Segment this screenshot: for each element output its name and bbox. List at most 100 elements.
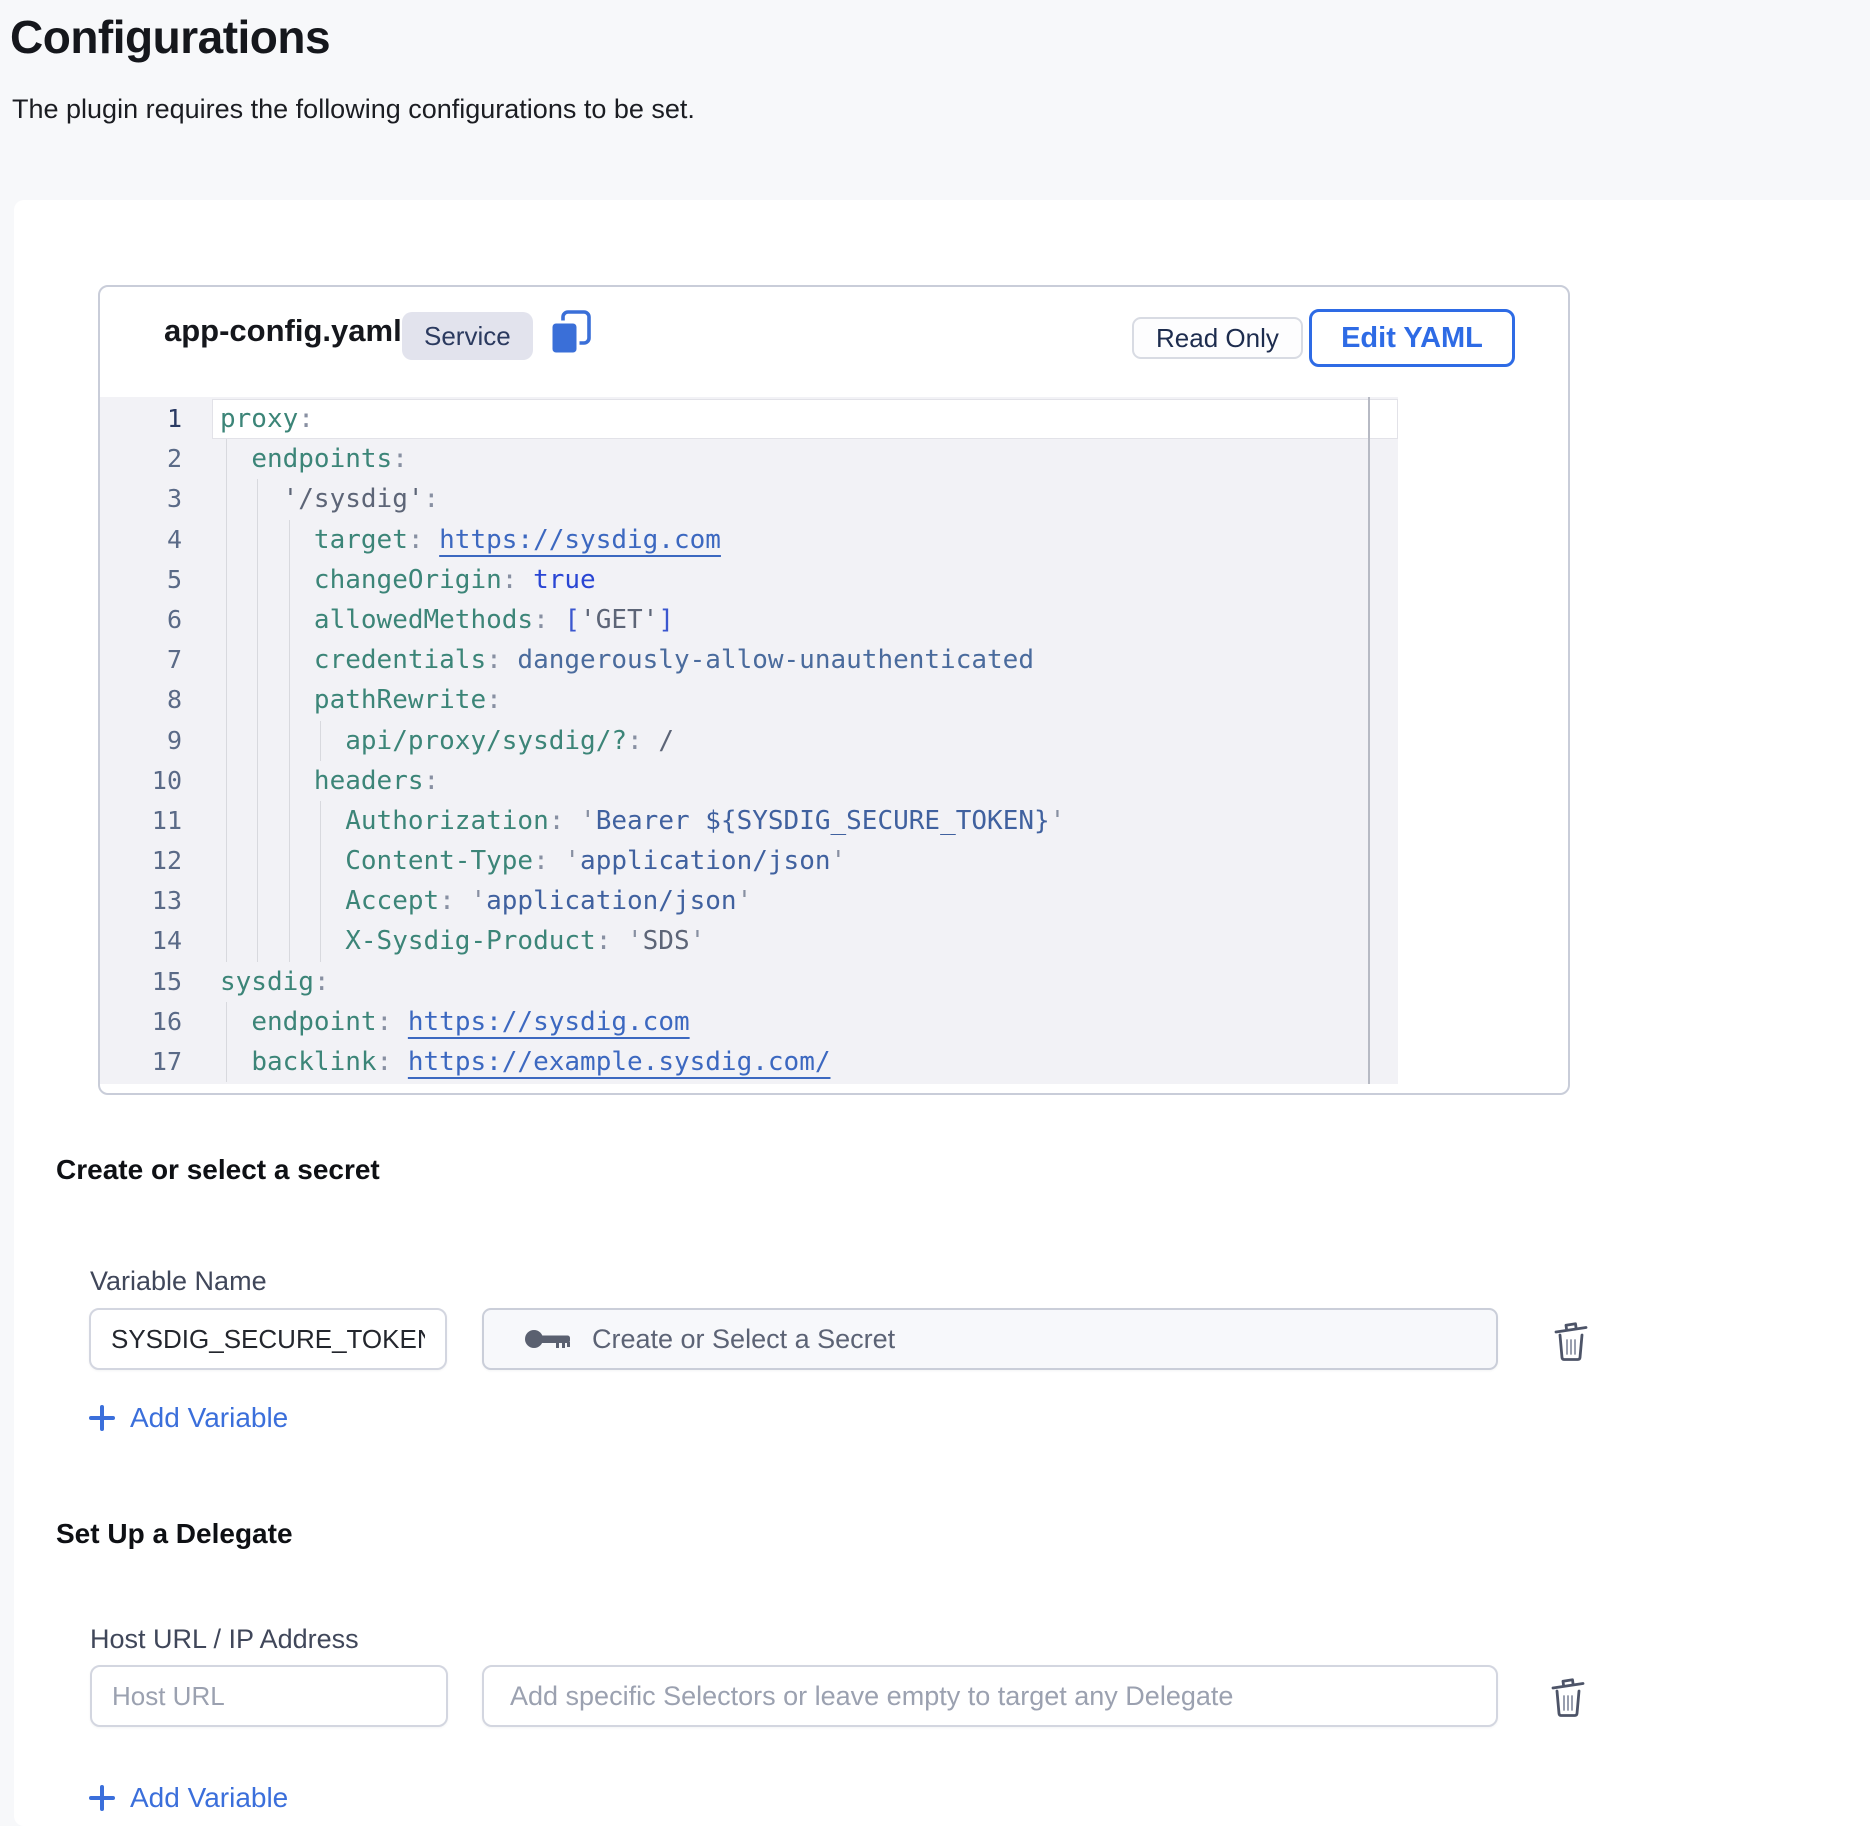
yaml-code-editor[interactable]: 1proxy:2 endpoints:3 '/sysdig':4 target:… (100, 397, 1398, 1084)
copy-icon (547, 308, 593, 358)
code-lines: 1proxy:2 endpoints:3 '/sysdig':4 target:… (100, 399, 1398, 1082)
code-line: 15sysdig: (100, 962, 1398, 1002)
host-url-input[interactable] (90, 1665, 448, 1727)
add-variable-button-delegate[interactable]: Add Variable (88, 1782, 288, 1814)
page-title: Configurations (10, 10, 330, 64)
delegate-selector-input[interactable] (482, 1665, 1498, 1727)
code-line: 9 api/proxy/sysdig/?: / (100, 721, 1398, 761)
indent-guide (257, 921, 258, 961)
indent-guide (320, 921, 321, 961)
add-variable-button-secret[interactable]: Add Variable (88, 1402, 288, 1434)
scrollbar-thumb[interactable] (1368, 397, 1370, 1084)
code-line: 16 endpoint: https://sysdig.com (100, 1002, 1398, 1042)
indent-guide (320, 801, 321, 841)
indent-guide (226, 439, 227, 479)
code-line-text: allowedMethods: ['GET'] (212, 600, 1398, 640)
indent-guide (289, 520, 290, 560)
indent-guide (257, 881, 258, 921)
indent-guide (257, 761, 258, 801)
indent-guide (257, 721, 258, 761)
indent-guide (226, 1042, 227, 1082)
indent-guide (289, 881, 290, 921)
indent-guide (289, 721, 290, 761)
indent-guide (257, 640, 258, 680)
indent-guide (257, 801, 258, 841)
indent-guide (289, 761, 290, 801)
edit-yaml-button[interactable]: Edit YAML (1309, 309, 1515, 367)
line-number: 11 (100, 801, 212, 841)
indent-guide (320, 841, 321, 881)
indent-guide (320, 721, 321, 761)
code-line-text: api/proxy/sysdig/?: / (212, 721, 1398, 761)
indent-guide (257, 479, 258, 519)
indent-guide (289, 640, 290, 680)
add-variable-label: Add Variable (130, 1782, 288, 1814)
code-line: 12 Content-Type: 'application/json' (100, 841, 1398, 881)
line-number: 9 (100, 721, 212, 761)
code-line-text: changeOrigin: true (212, 560, 1398, 600)
plus-icon (88, 1784, 116, 1812)
host-url-label: Host URL / IP Address (90, 1624, 359, 1655)
read-only-badge: Read Only (1132, 317, 1303, 359)
yaml-config-card: app-config.yaml Service Read Only Edit Y… (98, 285, 1570, 1095)
line-number: 13 (100, 881, 212, 921)
code-line: 17 backlink: https://example.sysdig.com/ (100, 1042, 1398, 1082)
code-line: 1proxy: (100, 399, 1398, 439)
indent-guide (226, 479, 227, 519)
indent-guide (289, 841, 290, 881)
code-line-text: pathRewrite: (212, 680, 1398, 720)
code-line: 4 target: https://sysdig.com (100, 520, 1398, 560)
indent-guide (226, 600, 227, 640)
line-number: 1 (100, 399, 212, 439)
code-line-text: '/sysdig': (212, 479, 1398, 519)
code-line-text: endpoint: https://sysdig.com (212, 1002, 1398, 1042)
secret-section-heading: Create or select a secret (56, 1154, 380, 1186)
variable-name-input[interactable] (89, 1308, 447, 1370)
trash-icon (1551, 1318, 1591, 1362)
service-badge: Service (402, 312, 533, 360)
copy-icon[interactable] (547, 307, 593, 359)
indent-guide (289, 921, 290, 961)
indent-guide (226, 921, 227, 961)
code-line-text: headers: (212, 761, 1398, 801)
indent-guide (257, 560, 258, 600)
delegate-section-heading: Set Up a Delegate (56, 1518, 293, 1550)
indent-guide (289, 801, 290, 841)
line-number: 6 (100, 600, 212, 640)
indent-guide (226, 520, 227, 560)
indent-guide (226, 721, 227, 761)
line-number: 17 (100, 1042, 212, 1082)
indent-guide (226, 841, 227, 881)
line-number: 3 (100, 479, 212, 519)
secret-selector-field[interactable]: Create or Select a Secret (482, 1308, 1498, 1370)
indent-guide (257, 600, 258, 640)
trash-icon (1548, 1674, 1588, 1718)
code-line: 13 Accept: 'application/json' (100, 881, 1398, 921)
line-number: 8 (100, 680, 212, 720)
line-number: 12 (100, 841, 212, 881)
indent-guide (226, 640, 227, 680)
indent-guide (257, 680, 258, 720)
delete-variable-button[interactable] (1549, 1316, 1593, 1364)
line-number: 2 (100, 439, 212, 479)
line-number: 10 (100, 761, 212, 801)
code-line-text: Content-Type: 'application/json' (212, 841, 1398, 881)
indent-guide (226, 801, 227, 841)
code-line: 6 allowedMethods: ['GET'] (100, 600, 1398, 640)
line-number: 5 (100, 560, 212, 600)
indent-guide (289, 680, 290, 720)
indent-guide (226, 680, 227, 720)
delete-delegate-button[interactable] (1546, 1672, 1590, 1720)
indent-guide (226, 881, 227, 921)
indent-guide (226, 1002, 227, 1042)
code-line: 5 changeOrigin: true (100, 560, 1398, 600)
code-line: 7 credentials: dangerously-allow-unauthe… (100, 640, 1398, 680)
indent-guide (226, 560, 227, 600)
code-line-text: endpoints: (212, 439, 1398, 479)
code-line: 11 Authorization: 'Bearer ${SYSDIG_SECUR… (100, 801, 1398, 841)
code-line-text: credentials: dangerously-allow-unauthent… (212, 640, 1398, 680)
page-subtitle: The plugin requires the following config… (12, 94, 695, 125)
line-number: 15 (100, 962, 212, 1002)
indent-guide (320, 881, 321, 921)
code-line-text: X-Sysdig-Product: 'SDS' (212, 921, 1398, 961)
